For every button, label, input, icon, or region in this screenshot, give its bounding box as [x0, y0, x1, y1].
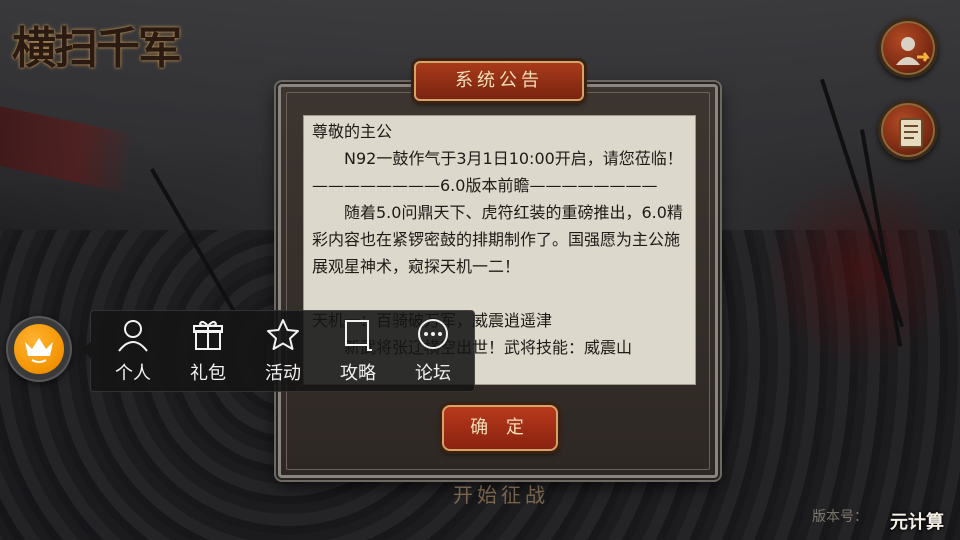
- menu-item-forum[interactable]: 论坛: [397, 315, 469, 389]
- menu-item-activity[interactable]: 活动: [247, 315, 319, 389]
- menu-item-gift[interactable]: 礼包: [172, 315, 244, 389]
- scroll-notice-icon: [899, 118, 923, 148]
- menu-item-personal[interactable]: 个人: [97, 315, 169, 389]
- announcement-greeting: 尊敬的主公: [312, 122, 393, 141]
- watermark: 元计算: [890, 512, 944, 533]
- announcement-line: 随着5.0问鼎天下、虎符红装的重磅推出，6.0精彩内容也在紧锣密鼓的排期制作了。…: [312, 203, 683, 276]
- notice-button[interactable]: [878, 100, 938, 160]
- gift-icon: [193, 320, 223, 350]
- menu-item-label: 论坛: [415, 363, 451, 384]
- menu-item-label: 攻略: [340, 363, 376, 384]
- star-icon: [267, 319, 299, 350]
- dialog-title: 系统公告: [414, 61, 584, 101]
- menu-item-label: 个人: [115, 363, 151, 384]
- chat-bubble-icon: [418, 319, 448, 349]
- announcement-line: ————————6.0版本前瞻————————: [312, 176, 658, 195]
- flag-icon: [345, 320, 372, 351]
- menu-item-label: 活动: [265, 363, 301, 384]
- game-logo: 横扫千军: [12, 23, 182, 74]
- floating-assistant-badge: [14, 324, 64, 374]
- version-label: 版本号：: [812, 509, 868, 525]
- announcement-dialog: 开始征战 系统公告 尊敬的主公 N92一鼓作气于3月1日10:00开启，请您莅临…: [278, 61, 718, 507]
- announcement-line: N92一鼓作气于3月1日10:00开启，请您莅临！: [344, 149, 683, 168]
- menu-item-label: 礼包: [190, 363, 226, 384]
- crown-icon: [25, 338, 53, 363]
- account-switch-icon: [896, 37, 930, 65]
- start-battle-button-behind: 开始征战: [453, 483, 549, 507]
- person-icon: [118, 320, 148, 352]
- floating-assistant-button[interactable]: [6, 316, 72, 382]
- confirm-button[interactable]: 确 定: [442, 405, 558, 451]
- menu-item-guide[interactable]: 攻略: [322, 315, 394, 389]
- floating-menu: 个人 礼包 活动 攻略 论坛: [82, 310, 475, 392]
- account-button[interactable]: [878, 18, 938, 78]
